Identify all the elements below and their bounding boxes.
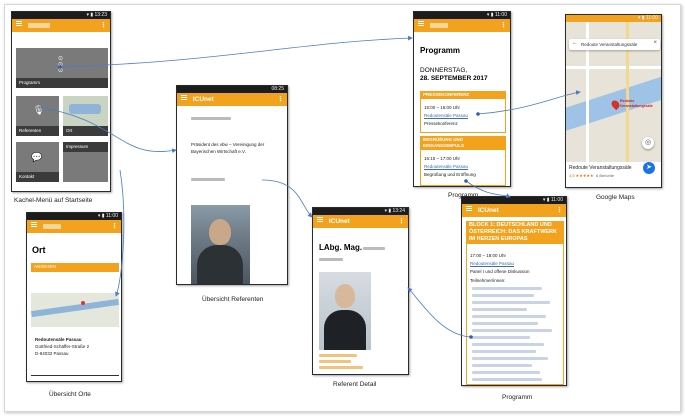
connector-programm-to-programm (59, 35, 413, 68)
connector-referenten-to-detail (261, 179, 313, 218)
connector-participant-to-detail (407, 287, 472, 338)
connector-dot (464, 179, 468, 183)
connector-dot (58, 65, 62, 69)
connector-referenten-to-overview (37, 106, 177, 154)
connector-programm-to-maps (477, 90, 581, 115)
connector-dot (476, 112, 480, 116)
connector-dot (469, 335, 473, 339)
connector-programm-to-programm2 (465, 180, 511, 198)
connector-layer (37, 35, 581, 339)
connector-ort-to-orte (115, 169, 125, 297)
storyboard-canvas: ▾ ▮ 13:23 ⋮ ⊙ ⊙ ⊙ Programm 🎙 Referenten Or… (0, 0, 685, 416)
